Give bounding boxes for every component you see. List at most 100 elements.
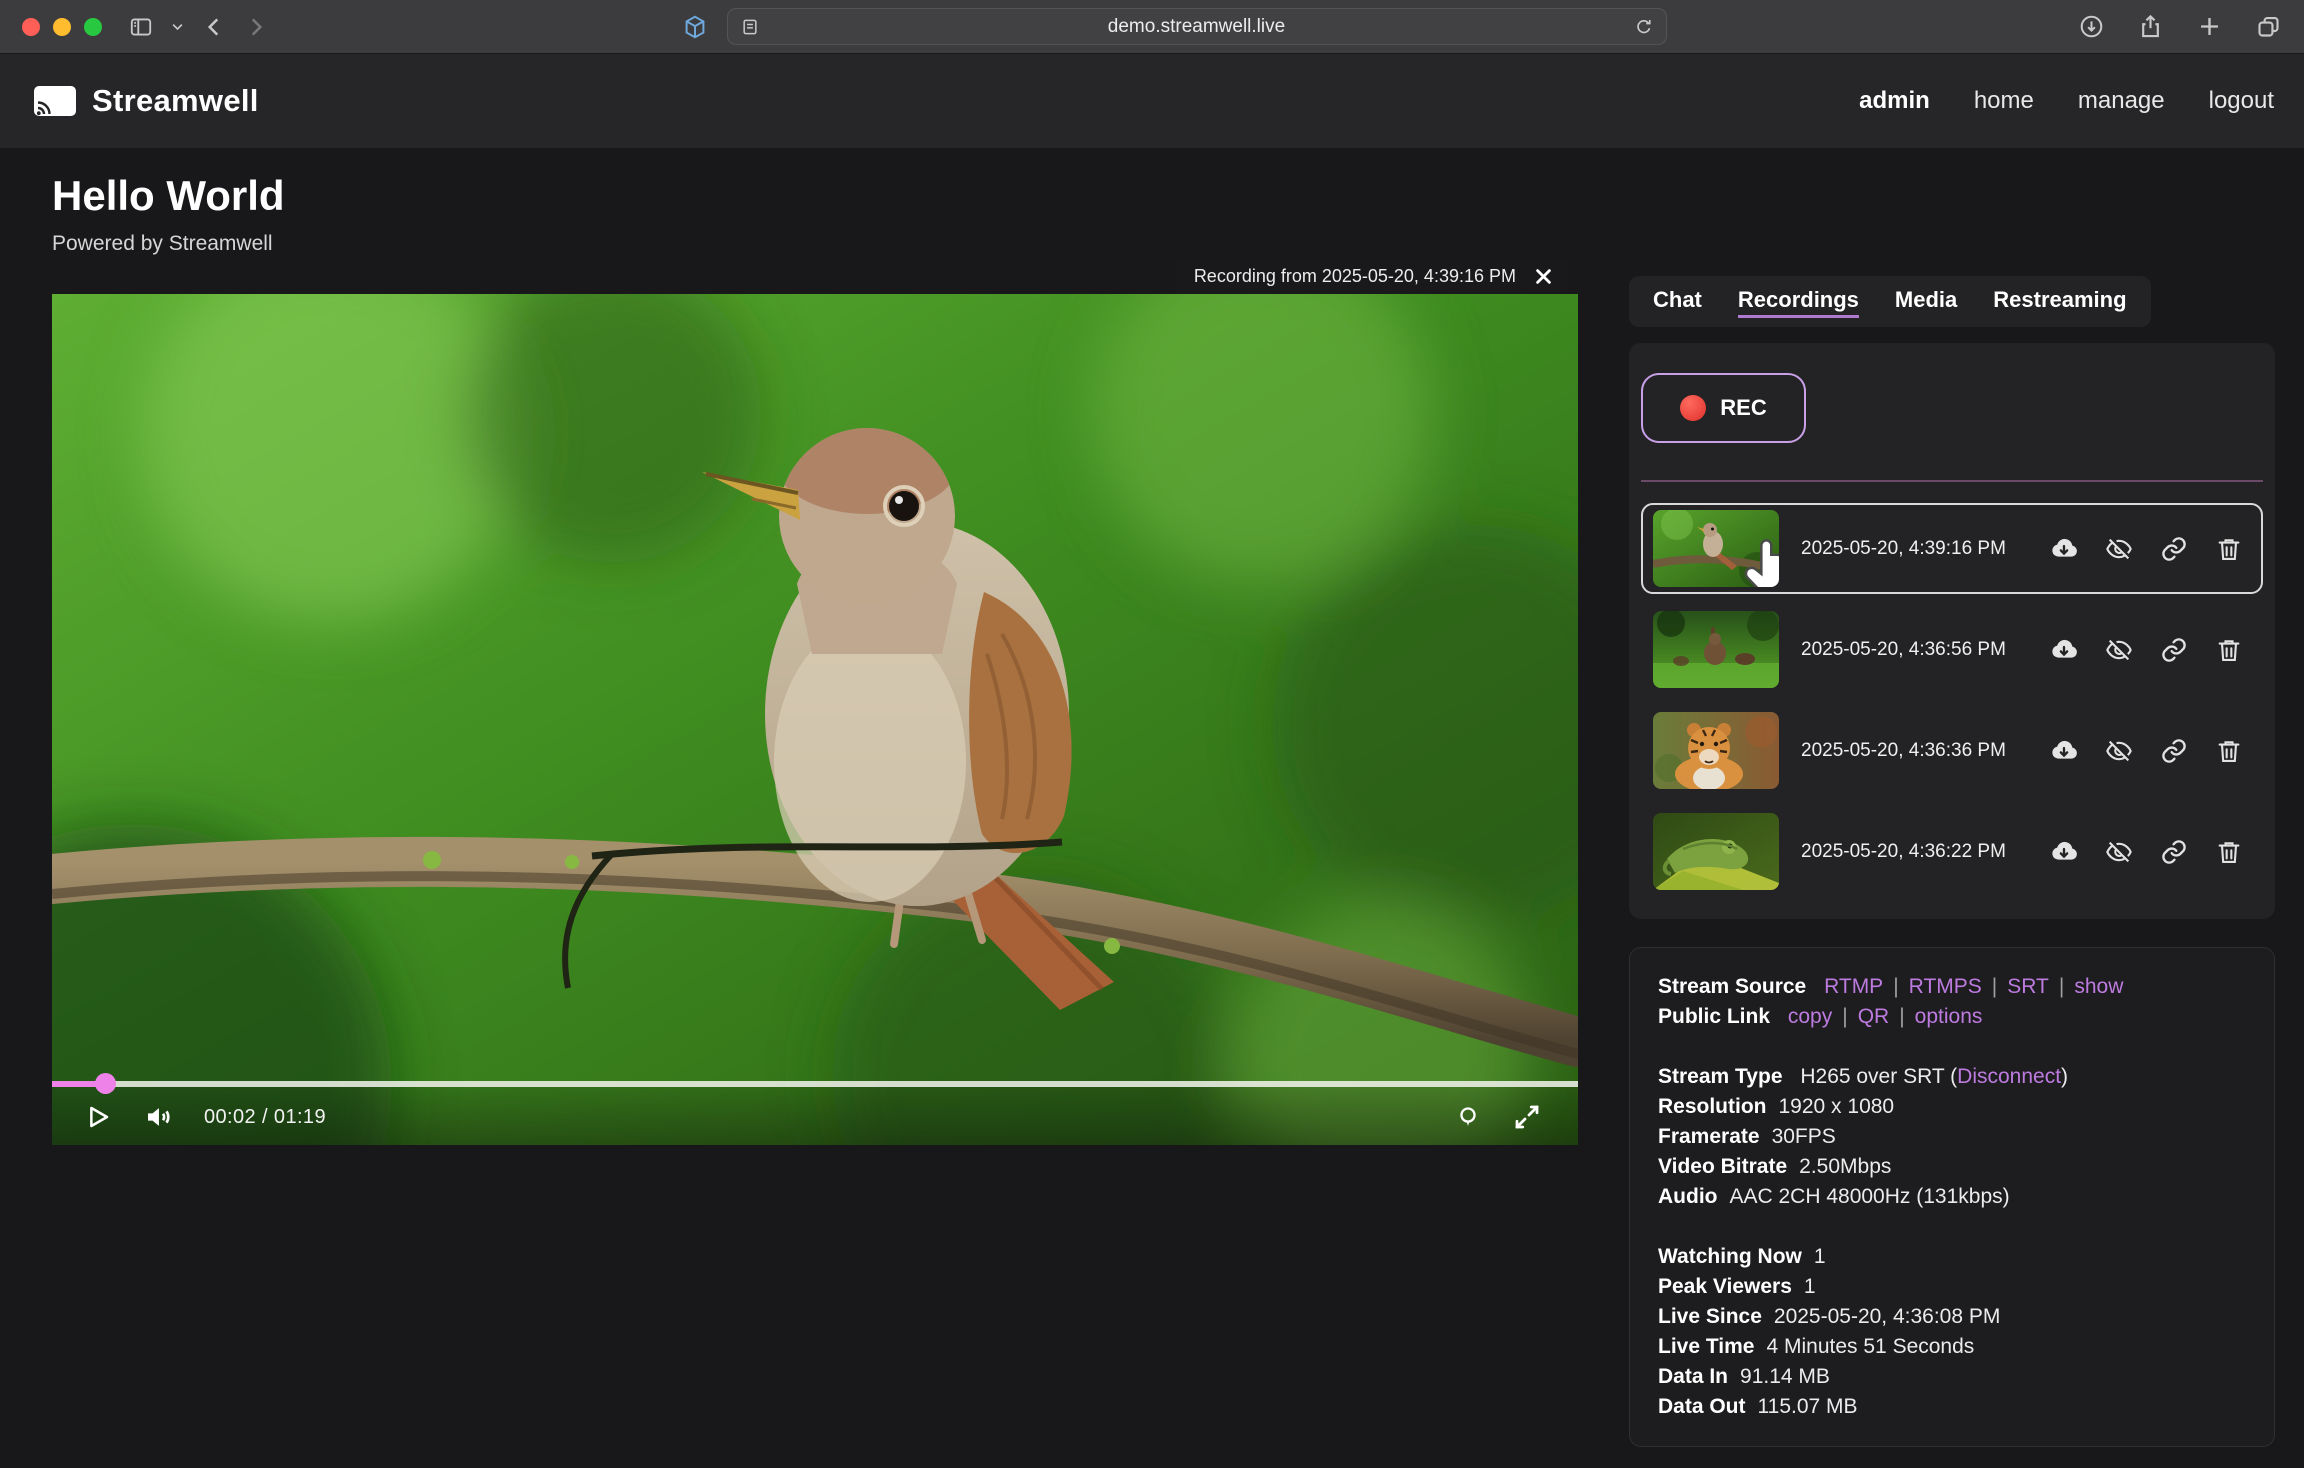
new-tab-icon[interactable] (2196, 13, 2223, 40)
cloud-download-icon[interactable] (2050, 535, 2078, 563)
sidebar-icon[interactable] (128, 14, 154, 40)
stream-type-label: Stream Type (1658, 1065, 1783, 1088)
video-bitrate-label: Video Bitrate (1658, 1155, 1788, 1178)
traffic-lights (22, 17, 102, 36)
trash-icon[interactable] (2215, 535, 2243, 563)
recording-row[interactable]: 2025-05-20, 4:36:22 PM (1641, 806, 2263, 897)
data-out-label: Data Out (1658, 1395, 1746, 1418)
link-icon[interactable] (2160, 535, 2188, 563)
video-player[interactable]: Recording from 2025-05-20, 4:39:16 PM 00… (52, 258, 1578, 1145)
link-copy[interactable]: copy (1788, 1005, 1832, 1028)
brand-name: Streamwell (92, 83, 259, 118)
link-show[interactable]: show (2074, 975, 2123, 998)
link-rtmps[interactable]: RTMPS (1909, 975, 1982, 998)
page-title: Hello World (52, 172, 285, 219)
live-since-value: 2025-05-20, 4:36:08 PM (1773, 1305, 2001, 1328)
tab-chat[interactable]: Chat (1653, 287, 1702, 318)
link-icon[interactable] (2160, 636, 2188, 664)
recording-row[interactable]: 2025-05-20, 4:39:16 PM (1641, 503, 2263, 594)
brand[interactable]: Streamwell (33, 83, 259, 119)
eye-off-icon[interactable] (2105, 737, 2133, 765)
link-icon[interactable] (2160, 838, 2188, 866)
page-subtitle: Powered by Streamwell (52, 232, 273, 255)
record-button[interactable]: REC (1641, 373, 1806, 443)
recording-thumbnail-chameleon[interactable] (1653, 813, 1779, 890)
nav-manage[interactable]: manage (2078, 87, 2165, 115)
data-out-value: 115.07 MB (1757, 1395, 1858, 1418)
stream-info-panel: Stream Source RTMP | RTMPS | SRT | show Public… (1629, 947, 2275, 1447)
eye-off-icon[interactable] (2105, 636, 2133, 664)
audio-label: Audio (1658, 1185, 1718, 1208)
trash-icon[interactable] (2215, 737, 2243, 765)
framerate-value: 30FPS (1771, 1125, 1836, 1148)
tab-recordings[interactable]: Recordings (1737, 287, 1859, 318)
video-bitrate-value: 2.50Mbps (1799, 1155, 1892, 1178)
record-dot-icon (1680, 395, 1707, 421)
chevron-down-icon[interactable] (170, 19, 185, 34)
address-bar[interactable]: demo.streamwell.live (726, 8, 1667, 45)
recording-banner: Recording from 2025-05-20, 4:39:16 PM (1175, 258, 1569, 294)
close-icon[interactable] (1536, 268, 1551, 284)
recording-thumbnail-tiger[interactable] (1653, 712, 1779, 789)
reload-icon[interactable] (1634, 17, 1654, 37)
url-zone: demo.streamwell.live (285, 8, 2062, 45)
live-time-value: 4 Minutes 51 Seconds (1766, 1335, 1975, 1358)
reader-icon[interactable] (740, 17, 760, 37)
forward-icon[interactable] (243, 14, 269, 40)
recording-thumbnail-bird[interactable] (1653, 510, 1779, 587)
watching-now-label: Watching Now (1658, 1245, 1802, 1268)
close-window-button[interactable] (22, 17, 40, 36)
nav-home[interactable]: home (1974, 87, 2034, 115)
browser-chrome: demo.streamwell.live (0, 0, 2304, 54)
panel-tabs: Chat Recordings Media Restreaming (1629, 276, 2151, 327)
url-text: demo.streamwell.live (1107, 15, 1286, 37)
link-disconnect[interactable]: Disconnect (1957, 1065, 2061, 1088)
play-icon[interactable] (82, 1102, 112, 1132)
tab-restreaming[interactable]: Restreaming (1993, 287, 2126, 318)
eye-off-icon[interactable] (2105, 535, 2133, 563)
cloud-download-icon[interactable] (2050, 737, 2078, 765)
downloads-icon[interactable] (2078, 13, 2105, 40)
share-icon[interactable] (2137, 13, 2164, 40)
tab-overview-icon[interactable] (2255, 13, 2282, 40)
live-since-label: Live Since (1658, 1305, 1762, 1328)
side-panel: Chat Recordings Media Restreaming REC 20… (1629, 276, 2275, 1447)
seek-bar[interactable] (52, 1073, 1578, 1094)
stream-source-label: Stream Source (1658, 975, 1807, 998)
recording-row[interactable]: 2025-05-20, 4:36:56 PM (1641, 604, 2263, 695)
nav-admin[interactable]: admin (1859, 87, 1930, 115)
divider (1641, 480, 2263, 482)
link-rtmp[interactable]: RTMP (1824, 975, 1883, 998)
extension-cube-icon[interactable] (681, 13, 709, 41)
data-in-label: Data In (1658, 1365, 1729, 1388)
cloud-download-icon[interactable] (2050, 636, 2078, 664)
link-icon[interactable] (2160, 737, 2188, 765)
player-controls: 00:02 / 01:19 (52, 1073, 1578, 1145)
time-display: 00:02 / 01:19 (204, 1105, 326, 1128)
separator: | (1893, 975, 1899, 998)
main-nav: admin home manage logout (1859, 87, 2274, 115)
streamwell-logo-icon (33, 85, 77, 117)
back-icon[interactable] (201, 14, 227, 40)
minimize-window-button[interactable] (53, 17, 71, 36)
tab-media[interactable]: Media (1895, 287, 1957, 318)
separator: | (1899, 1005, 1905, 1028)
cloud-download-icon[interactable] (2050, 838, 2078, 866)
link-qr[interactable]: QR (1858, 1005, 1890, 1028)
nav-logout[interactable]: logout (2209, 87, 2274, 115)
volume-icon[interactable] (142, 1101, 174, 1133)
trash-icon[interactable] (2215, 838, 2243, 866)
trash-icon[interactable] (2215, 636, 2243, 664)
link-srt[interactable]: SRT (2007, 975, 2049, 998)
recording-timestamp: 2025-05-20, 4:39:16 PM (1801, 537, 2006, 559)
pin-icon[interactable] (1454, 1103, 1482, 1131)
zoom-window-button[interactable] (84, 17, 102, 36)
eye-off-icon[interactable] (2105, 838, 2133, 866)
peak-viewers-value: 1 (1803, 1275, 1816, 1298)
link-options[interactable]: options (1915, 1005, 1983, 1028)
recording-row[interactable]: 2025-05-20, 4:36:36 PM (1641, 705, 2263, 796)
record-label: REC (1720, 395, 1767, 420)
site-header: Streamwell admin home manage logout (0, 54, 2304, 148)
recording-thumbnail-rabbits[interactable] (1653, 611, 1779, 688)
fullscreen-icon[interactable] (1512, 1102, 1542, 1132)
